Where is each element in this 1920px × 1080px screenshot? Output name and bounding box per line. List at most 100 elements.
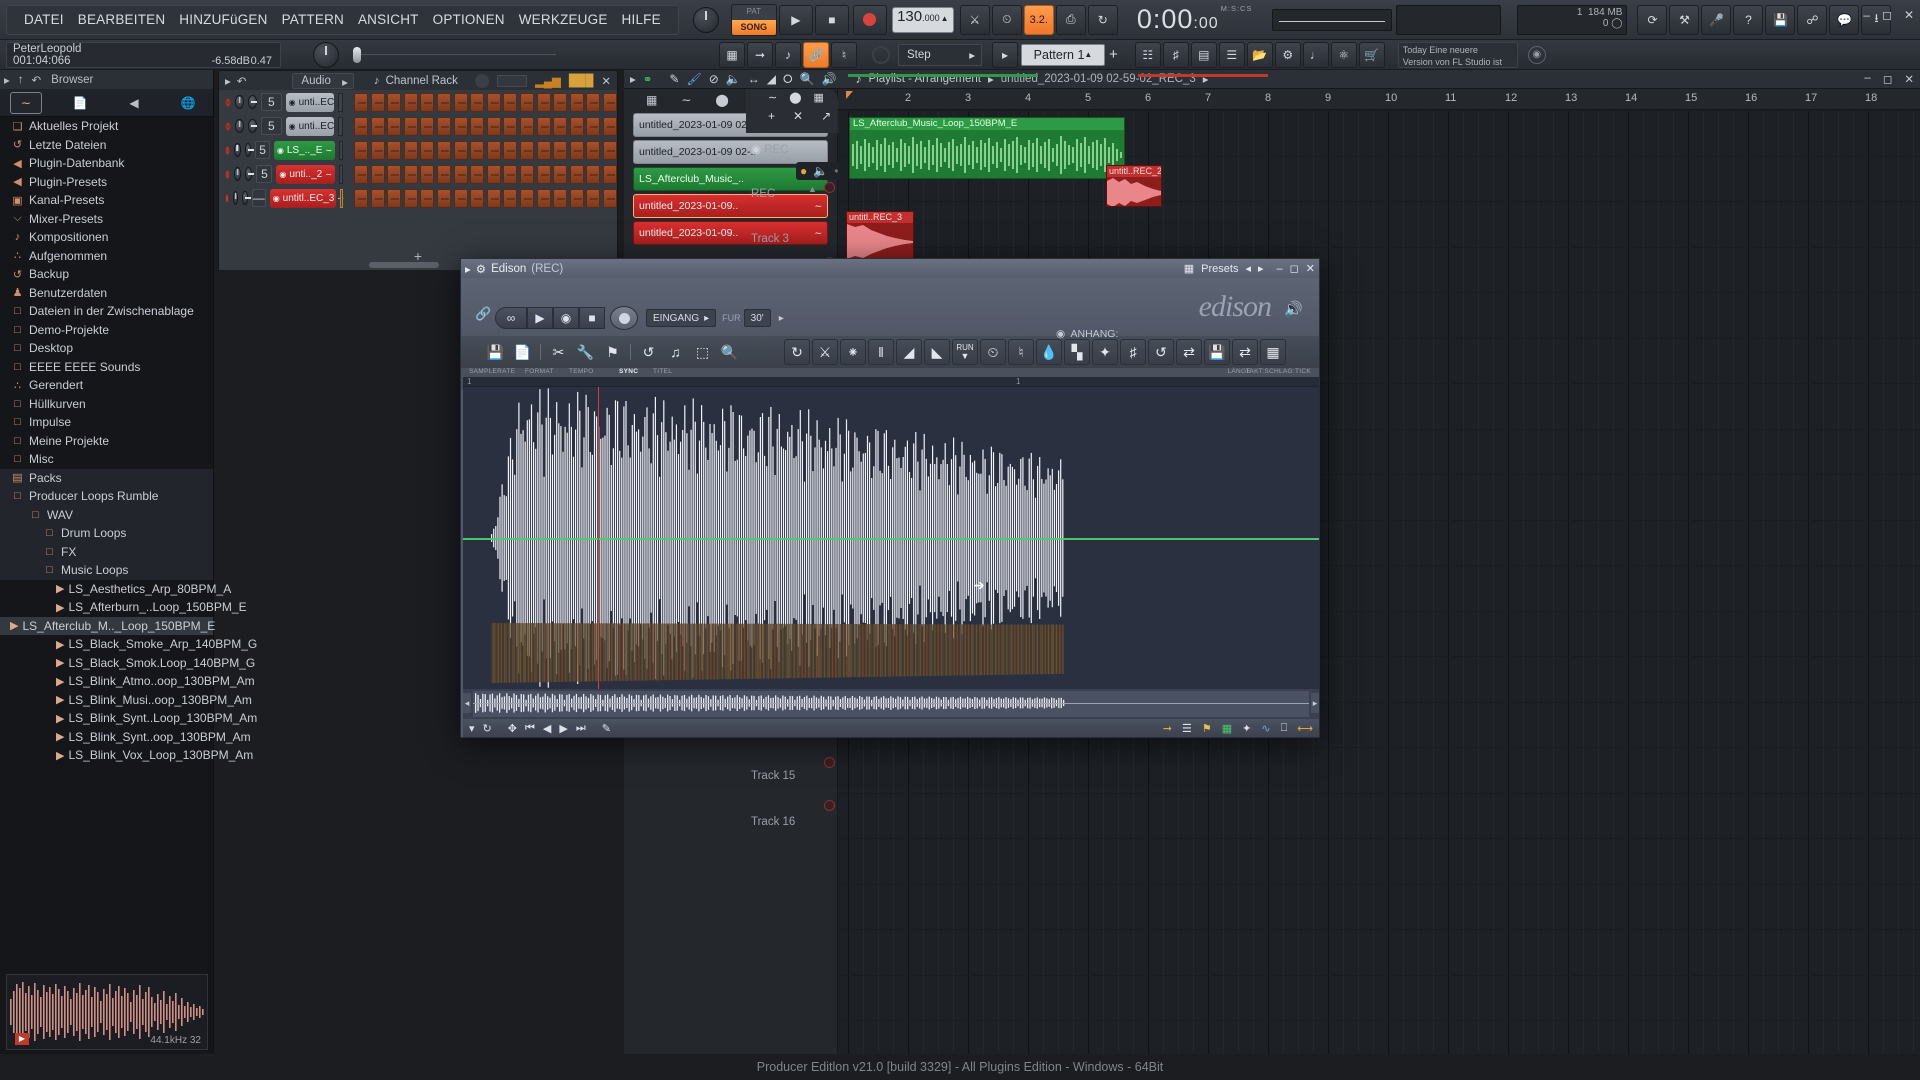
step-button[interactable] (370, 140, 385, 160)
clip-automation-icon[interactable]: ⬤ (715, 93, 728, 107)
edison-anhang-icon[interactable]: ◉ (1056, 328, 1065, 340)
typing-keyboard-icon[interactable]: ♮ (831, 41, 857, 68)
step-button[interactable] (602, 116, 617, 136)
channel-row[interactable]: —◉untitl..EC_3∼ (219, 186, 617, 210)
channel-strip[interactable] (338, 92, 344, 112)
foot-move-icon[interactable]: ✥ (508, 722, 517, 735)
channel-name-button[interactable]: ◉untitl..EC_3∼ (269, 188, 344, 208)
tempo-tap-icon[interactable]: ♩ (1302, 41, 1329, 68)
edison-anhang-row[interactable]: ◉ ANHANG: (1056, 328, 1118, 340)
convert-icon[interactable]: ⇄ (1232, 339, 1258, 365)
cr-field[interactable] (497, 74, 528, 87)
edison-minimize-icon[interactable]: – (1277, 263, 1283, 275)
channel-led[interactable] (225, 97, 232, 107)
channel-name-button[interactable]: ◉ unti..EC (285, 92, 335, 112)
step-button[interactable] (403, 116, 418, 136)
foot-list-icon[interactable]: ☰ (1182, 722, 1192, 735)
step-button[interactable] (420, 92, 435, 112)
channel-mixer-number[interactable]: 5 (261, 93, 282, 111)
pattern-song-switch[interactable]: PAT SONG (730, 3, 777, 36)
amp-icon[interactable]: ♮ (1008, 339, 1034, 365)
channel-mixer-number[interactable]: 5 (255, 141, 270, 159)
step-button[interactable] (420, 188, 435, 208)
step-button[interactable] (569, 188, 584, 208)
channel-volume-knob[interactable] (232, 191, 239, 205)
step-button[interactable] (486, 116, 501, 136)
pitch-icon[interactable]: ♯ (1120, 339, 1146, 365)
delete-tool-icon[interactable]: ⊘ (709, 72, 719, 86)
browser-item[interactable]: ▶ LS_Blink_Vox_Loop_130BPM_Am (0, 746, 253, 765)
playlist-clip-green[interactable]: LS_Afterclub_Music_Loop_150BPM_E (849, 117, 1125, 179)
equalize-icon[interactable]: ‖ (868, 339, 894, 365)
scroll-left-icon[interactable]: ◂ (463, 693, 471, 713)
edison-waveform-view[interactable]: 1 1 ➔ (463, 377, 1319, 689)
select-region-icon[interactable]: ⬚ (690, 340, 715, 365)
step-button[interactable] (520, 140, 535, 160)
step-button[interactable] (536, 188, 551, 208)
edison-input-select[interactable]: EINGANG ▸ (646, 309, 717, 327)
save-as-icon[interactable]: 💾 (1204, 339, 1230, 365)
step-button[interactable] (403, 188, 418, 208)
track-2-name[interactable]: REC (751, 188, 775, 200)
channel-led[interactable] (225, 193, 229, 203)
step-button[interactable] (586, 116, 601, 136)
edison-maximize-icon[interactable]: ◻ (1290, 262, 1299, 275)
edison-preset-next-icon[interactable]: ▸ (1258, 262, 1264, 275)
step-button[interactable] (486, 92, 501, 112)
step-button[interactable] (437, 92, 452, 112)
track-remove-icon[interactable]: ✕ (793, 109, 803, 123)
channel-name-button[interactable]: ◉ unti..EC (285, 116, 335, 136)
slide-tool-icon[interactable]: ♪ (775, 41, 801, 68)
track-wave-icon[interactable]: ∼ (768, 91, 777, 104)
step-button[interactable] (602, 92, 617, 112)
channel-pan-knob[interactable] (244, 143, 254, 157)
step-button[interactable] (387, 188, 402, 208)
browser-tab-waveform[interactable]: ∼ (10, 91, 42, 114)
step-button[interactable] (370, 92, 385, 112)
browser-item[interactable]: ↺ Backup (0, 265, 213, 284)
channel-row[interactable]: 5 ◉ unti..EC (219, 90, 617, 114)
foot-refresh-icon[interactable]: ↻ (483, 722, 492, 735)
loop-record-icon[interactable]: ↻ (1087, 4, 1118, 35)
track-add-icon[interactable]: + (768, 109, 775, 123)
step-button[interactable] (503, 140, 518, 160)
edison-grid-icon[interactable]: ▦ (1184, 262, 1194, 275)
browser-item[interactable]: □ Dateien in der Zwischenablage (0, 302, 213, 321)
cut-icon[interactable]: ✂ (546, 340, 571, 365)
notification-panel[interactable]: Today Eine neuere Version von FL Studio … (1397, 41, 1518, 68)
foot-flag-icon[interactable]: ⚑ (1202, 722, 1212, 735)
track-piano-icon[interactable]: ▦ (814, 91, 824, 104)
trim-icon[interactable]: ⁕ (840, 339, 866, 365)
pattern-prev-icon[interactable]: ▸ (992, 41, 1018, 68)
step-button[interactable] (387, 92, 402, 112)
piano-roll-window-icon[interactable]: ♯ (1162, 41, 1189, 68)
step-button[interactable] (586, 188, 601, 208)
channel-row[interactable]: 5 ◉ LS_.._E ∼ (219, 138, 618, 162)
step-button[interactable] (536, 92, 551, 112)
step-button[interactable] (437, 164, 452, 184)
declick-icon[interactable]: ⚔ (812, 339, 838, 365)
track-15-name[interactable]: Track 15 (751, 770, 795, 782)
menu-hinzufuegen[interactable]: HINZUFüGEN (172, 12, 274, 27)
step-sequencer[interactable] (354, 116, 617, 136)
pitch-slider-handle[interactable] (353, 46, 361, 63)
loop-tool-icon[interactable]: ⇄ (1176, 339, 1202, 365)
clip-piano-icon[interactable]: ▦ (646, 93, 657, 107)
menu-optionen[interactable]: OPTIONEN (426, 12, 512, 27)
paint-tool-icon[interactable]: 🖌 (686, 72, 701, 86)
step-button[interactable] (420, 140, 435, 160)
save-icon[interactable]: 💾 (1765, 4, 1796, 35)
time-display[interactable]: 0:00:00 M:S:CS (1137, 4, 1253, 35)
song-mode-label[interactable]: SONG (731, 19, 776, 35)
track-mute-icon[interactable]: 🔈 (813, 164, 828, 178)
sampler-icon[interactable]: ▦ (1260, 339, 1286, 365)
step-button[interactable] (470, 188, 485, 208)
step-button[interactable] (586, 92, 601, 112)
step-button[interactable] (437, 188, 452, 208)
step-button[interactable] (603, 140, 618, 160)
edison-overview-scrollbar[interactable]: ◂ ▸ (463, 689, 1319, 719)
headphone-icon[interactable]: ♫ (663, 340, 688, 365)
browser-expand-icon[interactable]: ▸ (4, 73, 10, 87)
track-1-name[interactable]: ◉ REC (751, 142, 789, 156)
track-3-name[interactable]: Track 3 (751, 233, 789, 245)
